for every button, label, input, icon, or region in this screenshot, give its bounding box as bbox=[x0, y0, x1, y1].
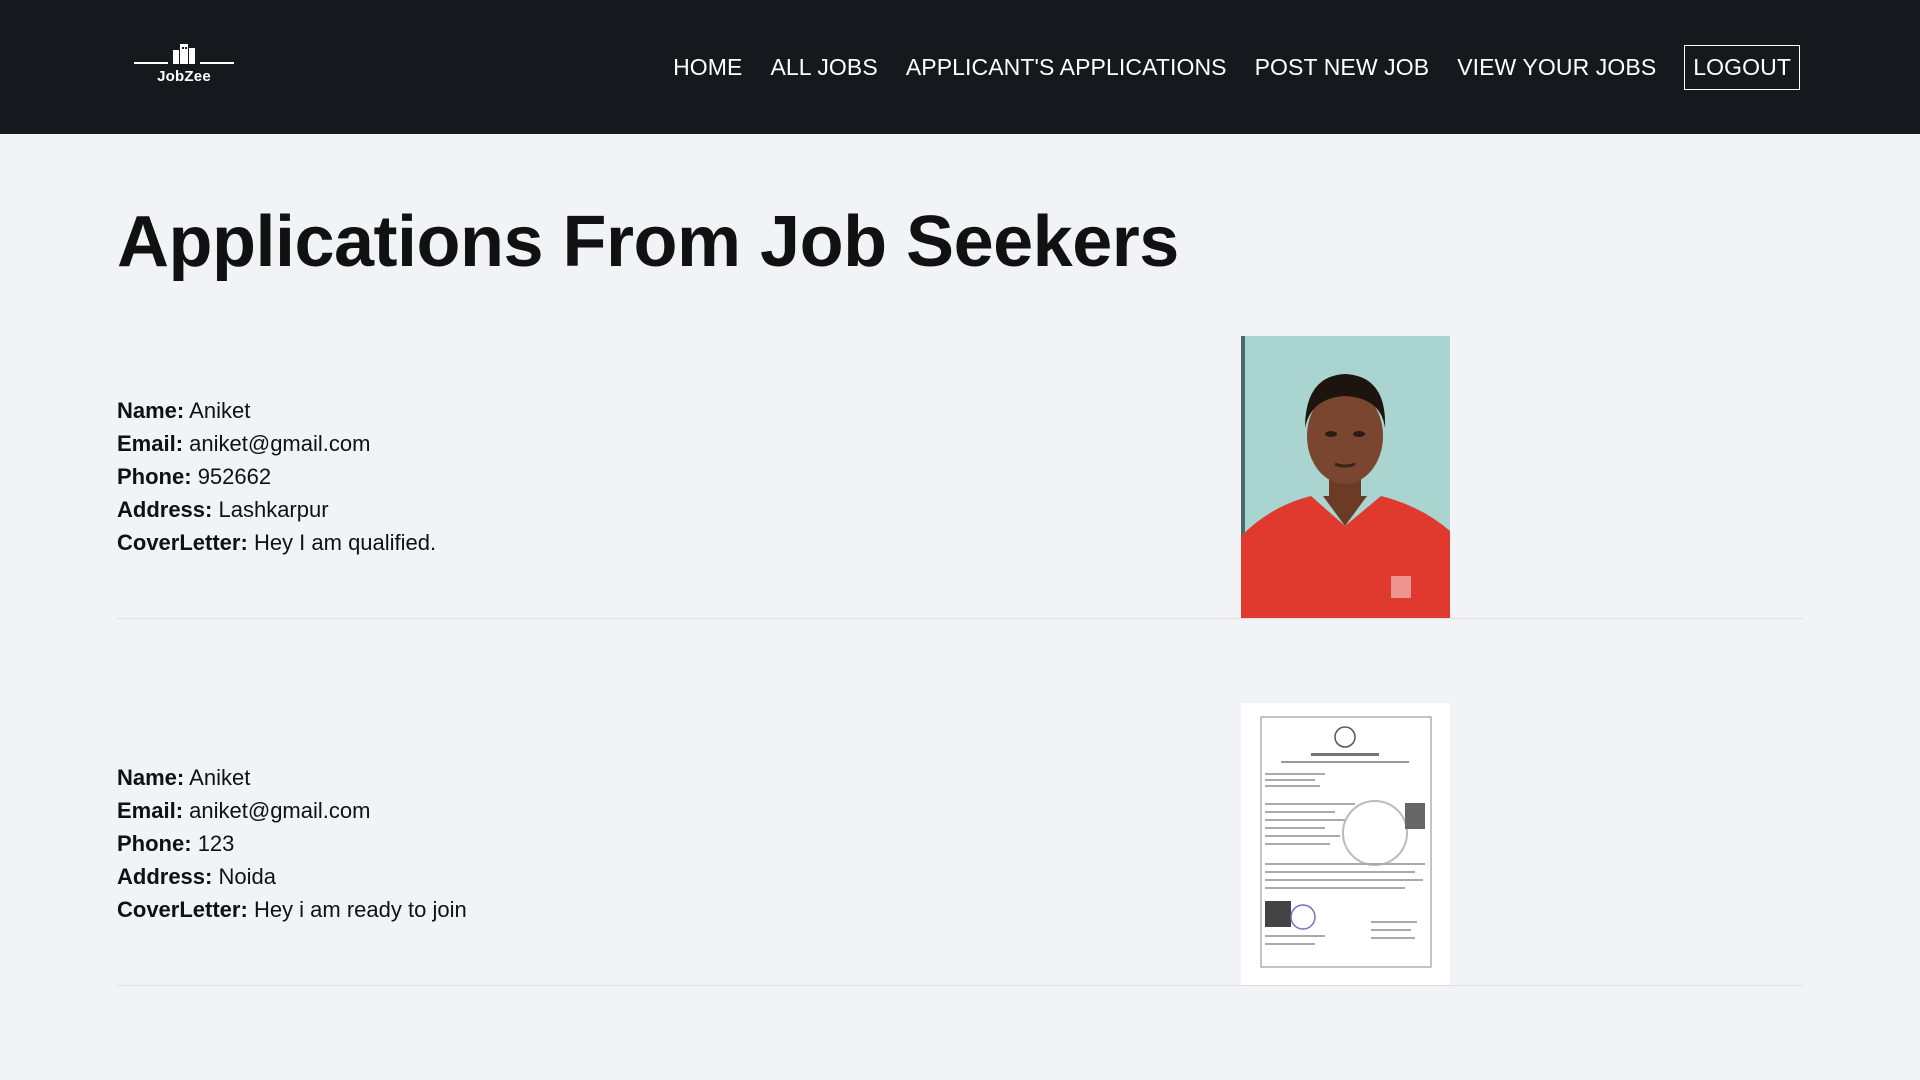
applicant-cover-letter: Hey I am qualified. bbox=[253, 530, 437, 556]
applicant-address: Noida bbox=[218, 864, 276, 890]
jobzee-logo[interactable]: JobZee bbox=[134, 42, 234, 92]
applicant-email-row: Email: aniket@gmail.com bbox=[117, 427, 1241, 460]
application-details: Name: Aniket Email: aniket@gmail.com Pho… bbox=[117, 761, 1241, 926]
applicant-cover-letter-row: CoverLetter: Hey i am ready to join bbox=[117, 893, 1241, 926]
portrait-photo-icon bbox=[1241, 335, 1450, 618]
nav-applicants-applications-link[interactable]: APPLICANT'S APPLICATIONS bbox=[906, 54, 1227, 81]
applicant-email-row: Email: aniket@gmail.com bbox=[117, 794, 1241, 827]
applicant-address-row: Address: Noida bbox=[117, 860, 1241, 893]
applicant-address: Lashkarpur bbox=[218, 497, 329, 523]
cover-letter-label: CoverLetter: bbox=[117, 897, 248, 923]
brand-name: JobZee bbox=[157, 68, 211, 85]
nav-menu: HOME ALL JOBS APPLICANT'S APPLICATIONS P… bbox=[645, 44, 1800, 90]
applicant-email: aniket@gmail.com bbox=[189, 798, 371, 824]
nav-post-new-job-link[interactable]: POST NEW JOB bbox=[1255, 54, 1430, 81]
applicant-phone: 123 bbox=[197, 831, 235, 857]
applicant-address-row: Address: Lashkarpur bbox=[117, 493, 1241, 526]
application-card: Name: Aniket Email: aniket@gmail.com Pho… bbox=[117, 335, 1803, 619]
application-card: Name: Aniket Email: aniket@gmail.com Pho… bbox=[117, 702, 1803, 986]
phone-label: Phone: bbox=[117, 831, 192, 857]
document-scan-icon bbox=[1241, 702, 1450, 985]
applicant-cover-letter-row: CoverLetter: Hey I am qualified. bbox=[117, 526, 1241, 559]
applications-list: Name: Aniket Email: aniket@gmail.com Pho… bbox=[117, 335, 1803, 986]
cover-letter-label: CoverLetter: bbox=[117, 530, 248, 556]
logo-buildings-icon bbox=[173, 44, 195, 64]
main-content: Applications From Job Seekers Name: Anik… bbox=[0, 134, 1920, 986]
name-label: Name: bbox=[117, 398, 185, 424]
logout-button[interactable]: LOGOUT bbox=[1684, 44, 1800, 90]
email-label: Email: bbox=[117, 798, 184, 824]
resume-image-photo[interactable] bbox=[1241, 335, 1450, 618]
page-title: Applications From Job Seekers bbox=[117, 202, 1179, 282]
logo-line-left bbox=[134, 62, 168, 64]
applicant-name: Aniket bbox=[189, 398, 251, 424]
name-label: Name: bbox=[117, 765, 185, 791]
navbar: JobZee HOME ALL JOBS APPLICANT'S APPLICA… bbox=[0, 0, 1920, 134]
applicant-phone-row: Phone: 123 bbox=[117, 827, 1241, 860]
applicant-phone: 952662 bbox=[197, 464, 272, 490]
applicant-cover-letter: Hey i am ready to join bbox=[253, 897, 467, 923]
nav-home-link[interactable]: HOME bbox=[673, 54, 742, 81]
applicant-email: aniket@gmail.com bbox=[189, 431, 371, 457]
nav-view-your-jobs-link[interactable]: VIEW YOUR JOBS bbox=[1457, 54, 1656, 81]
resume-image-document[interactable] bbox=[1241, 702, 1450, 985]
applicant-phone-row: Phone: 952662 bbox=[117, 460, 1241, 493]
nav-all-jobs-link[interactable]: ALL JOBS bbox=[770, 54, 877, 81]
application-details: Name: Aniket Email: aniket@gmail.com Pho… bbox=[117, 394, 1241, 559]
logo-line-right bbox=[200, 62, 234, 64]
address-label: Address: bbox=[117, 864, 213, 890]
applicant-name-row: Name: Aniket bbox=[117, 761, 1241, 794]
applicant-name: Aniket bbox=[189, 765, 251, 791]
email-label: Email: bbox=[117, 431, 184, 457]
address-label: Address: bbox=[117, 497, 213, 523]
phone-label: Phone: bbox=[117, 464, 192, 490]
applicant-name-row: Name: Aniket bbox=[117, 394, 1241, 427]
